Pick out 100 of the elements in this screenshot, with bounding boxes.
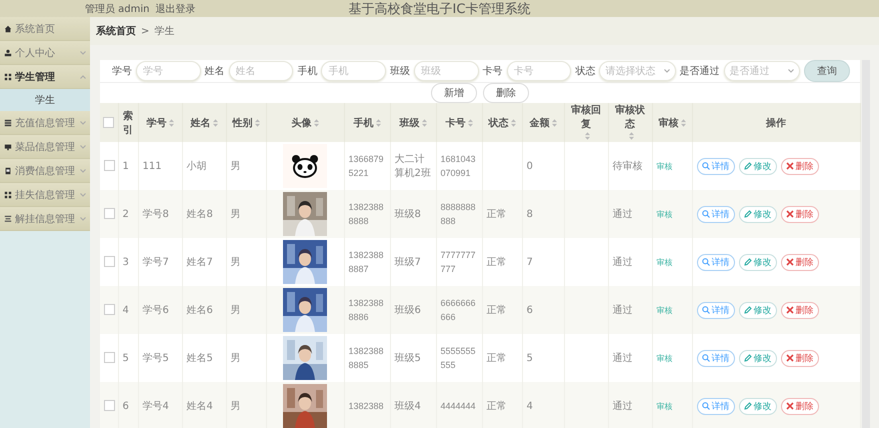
sidebar-item[interactable]: 充值信息管理 — [0, 111, 90, 135]
edit-button[interactable]: 修改 — [738, 302, 776, 318]
table-cell: 通过 — [608, 190, 652, 238]
sort-icon[interactable] — [680, 118, 686, 126]
checkbox[interactable] — [104, 256, 115, 268]
table-cell: 男 — [226, 190, 266, 238]
edit-button[interactable]: 修改 — [738, 398, 776, 414]
column-header: 操作 — [766, 116, 786, 130]
table-cell: 班级8 — [390, 190, 436, 238]
chevron-icon — [80, 74, 86, 78]
sidebar-item[interactable]: 学生管理 — [0, 65, 90, 89]
detail-button[interactable]: 详情 — [696, 206, 734, 222]
checkbox[interactable] — [104, 160, 115, 172]
sort-icon[interactable] — [422, 118, 426, 126]
sort-icon[interactable] — [628, 132, 634, 140]
table-cell: 姓名6 — [182, 286, 226, 334]
sidebar-item[interactable]: 系统首页 — [0, 17, 90, 41]
pencil-icon — [744, 306, 752, 314]
checkbox[interactable] — [104, 352, 115, 364]
pencil-icon — [744, 162, 752, 170]
review-link[interactable]: 审核 — [656, 306, 672, 314]
column-header: 姓名 — [190, 116, 210, 130]
table-cell: 班级6 — [390, 286, 436, 334]
close-icon — [786, 258, 794, 266]
field-label: 是否通过 — [680, 64, 720, 78]
checkbox[interactable] — [104, 400, 115, 412]
delete-button[interactable]: 删除 — [780, 398, 818, 414]
edit-button[interactable]: 修改 — [738, 254, 776, 270]
sidebar-item[interactable]: 菜品信息管理 — [0, 135, 90, 159]
menu-item-icon — [4, 166, 12, 174]
delete-button[interactable]: 删除 — [780, 350, 818, 366]
breadcrumb-separator: > — [141, 26, 150, 36]
review-link[interactable]: 审核 — [656, 354, 672, 362]
breadcrumb-item[interactable]: 系统首页 — [96, 24, 136, 38]
sort-icon[interactable] — [584, 132, 590, 140]
menu-item-icon — [4, 142, 12, 150]
status-text: 正常 — [486, 305, 506, 316]
sidebar-item[interactable]: 挂失信息管理 — [0, 183, 90, 207]
detail-button[interactable]: 详情 — [696, 398, 734, 414]
query-button[interactable]: 查询 — [804, 60, 850, 82]
checkbox[interactable] — [104, 304, 115, 316]
close-icon — [786, 162, 794, 170]
select-field[interactable]: 请选择状态 — [599, 61, 676, 81]
edit-button[interactable]: 修改 — [738, 158, 776, 174]
table-cell: 6 — [118, 382, 138, 428]
close-icon — [786, 210, 794, 218]
delete-button[interactable]: 删除 — [780, 158, 818, 174]
detail-button[interactable]: 详情 — [696, 350, 734, 366]
search-icon — [702, 306, 710, 314]
review-link[interactable]: 审核 — [656, 402, 672, 410]
sort-icon[interactable] — [314, 118, 318, 126]
sort-icon[interactable] — [510, 118, 516, 126]
detail-button[interactable]: 详情 — [696, 302, 734, 318]
sort-icon[interactable] — [168, 118, 174, 126]
sidebar-item[interactable]: 消费信息管理 — [0, 159, 90, 183]
select-field[interactable]: 是否通过 — [724, 61, 800, 81]
delete-button[interactable]: 删除 — [780, 254, 818, 270]
table-cell: 学号8 — [138, 190, 182, 238]
sort-icon[interactable] — [376, 118, 380, 126]
sort-icon[interactable] — [552, 118, 556, 126]
add-button[interactable]: 新增 — [431, 83, 477, 103]
input-field[interactable]: 姓名 — [228, 61, 294, 81]
delete-button[interactable]: 删除 — [780, 206, 818, 222]
field-label: 卡号 — [482, 64, 503, 78]
breadcrumb-item: 学生 — [154, 24, 174, 38]
delete-button[interactable]: 删除 — [483, 83, 529, 103]
column-header: 审核状态 — [614, 103, 646, 131]
column-header: 索引 — [122, 110, 134, 136]
input-field[interactable]: 学号 — [136, 61, 201, 81]
review-link[interactable]: 审核 — [656, 210, 672, 218]
menu-item-icon — [4, 190, 12, 198]
edit-button[interactable]: 修改 — [738, 206, 776, 222]
input-field[interactable]: 手机 — [321, 61, 386, 81]
sidebar-item[interactable]: 解挂信息管理 — [0, 207, 90, 231]
status-text: 正常 — [486, 353, 506, 364]
input-field[interactable]: 卡号 — [506, 61, 572, 81]
detail-button[interactable]: 详情 — [696, 158, 734, 174]
review-link[interactable]: 审核 — [656, 258, 672, 266]
logout-link[interactable]: 退出登录 — [156, 2, 196, 16]
checkbox[interactable] — [103, 116, 114, 128]
table-cell: 6 — [522, 286, 564, 334]
chevron-icon — [80, 50, 86, 54]
sidebar-item[interactable]: 个人中心 — [0, 41, 90, 65]
delete-button[interactable]: 删除 — [780, 302, 818, 318]
pencil-icon — [744, 258, 752, 266]
table-cell: 1382388 8888 — [344, 190, 390, 238]
checkbox[interactable] — [104, 208, 115, 220]
review-link[interactable]: 审核 — [656, 162, 672, 170]
pencil-icon — [744, 354, 752, 362]
sort-icon[interactable] — [254, 118, 260, 126]
chevron-icon — [664, 69, 670, 73]
table-cell: 8888888 888 — [436, 190, 482, 238]
sort-icon[interactable] — [212, 118, 218, 126]
input-field[interactable]: 班级 — [414, 61, 479, 81]
detail-button[interactable]: 详情 — [696, 254, 734, 270]
edit-button[interactable]: 修改 — [738, 350, 776, 366]
app-title: 基于高校食堂电子IC卡管理系统 — [348, 2, 530, 16]
sort-icon[interactable] — [468, 118, 472, 126]
field-label: 状态 — [575, 64, 596, 78]
submenu-item[interactable]: 学生 — [0, 89, 90, 111]
